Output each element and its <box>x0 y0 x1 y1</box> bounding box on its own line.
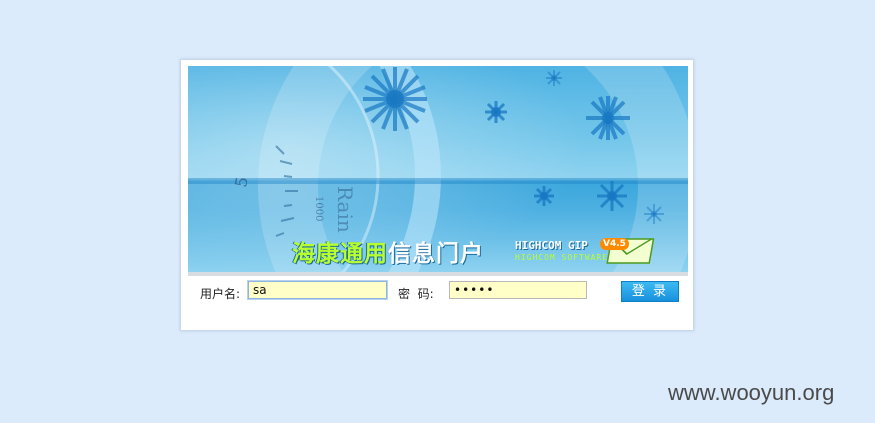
watermark-text: www.wooyun.org <box>668 380 835 405</box>
portal-title-white: 信息门户 <box>388 241 484 267</box>
login-form: 用户名: sa 密 码: ••••• 登 录 <box>181 280 693 306</box>
divider <box>188 272 688 276</box>
page: { "banner": { "title_green": "海康通用", "ti… <box>0 0 875 423</box>
password-input[interactable]: ••••• <box>449 281 587 299</box>
brand-subtitle: HIGHCOM SOFTWARE <box>515 253 609 262</box>
brand-name: HIGHCOM GIP <box>515 239 588 252</box>
username-label: 用户名: <box>200 287 241 301</box>
version-badge: V4.5 <box>600 238 629 250</box>
portal-title-green: 海康通用 <box>292 241 388 267</box>
password-label: 密 码: <box>398 287 434 301</box>
login-panel: 5 1000 Rain 海康通用信息门户 HIGHCOM GIP HIGHCOM… <box>180 59 694 331</box>
portal-title: 海康通用信息门户 <box>292 234 484 268</box>
username-input[interactable]: sa <box>247 280 388 300</box>
dial-number: 1000 <box>313 196 324 221</box>
login-button[interactable]: 登 录 <box>621 281 679 302</box>
banner-image: 5 1000 Rain 海康通用信息门户 HIGHCOM GIP HIGHCOM… <box>188 66 688 272</box>
dial-word: Rain <box>333 186 357 233</box>
